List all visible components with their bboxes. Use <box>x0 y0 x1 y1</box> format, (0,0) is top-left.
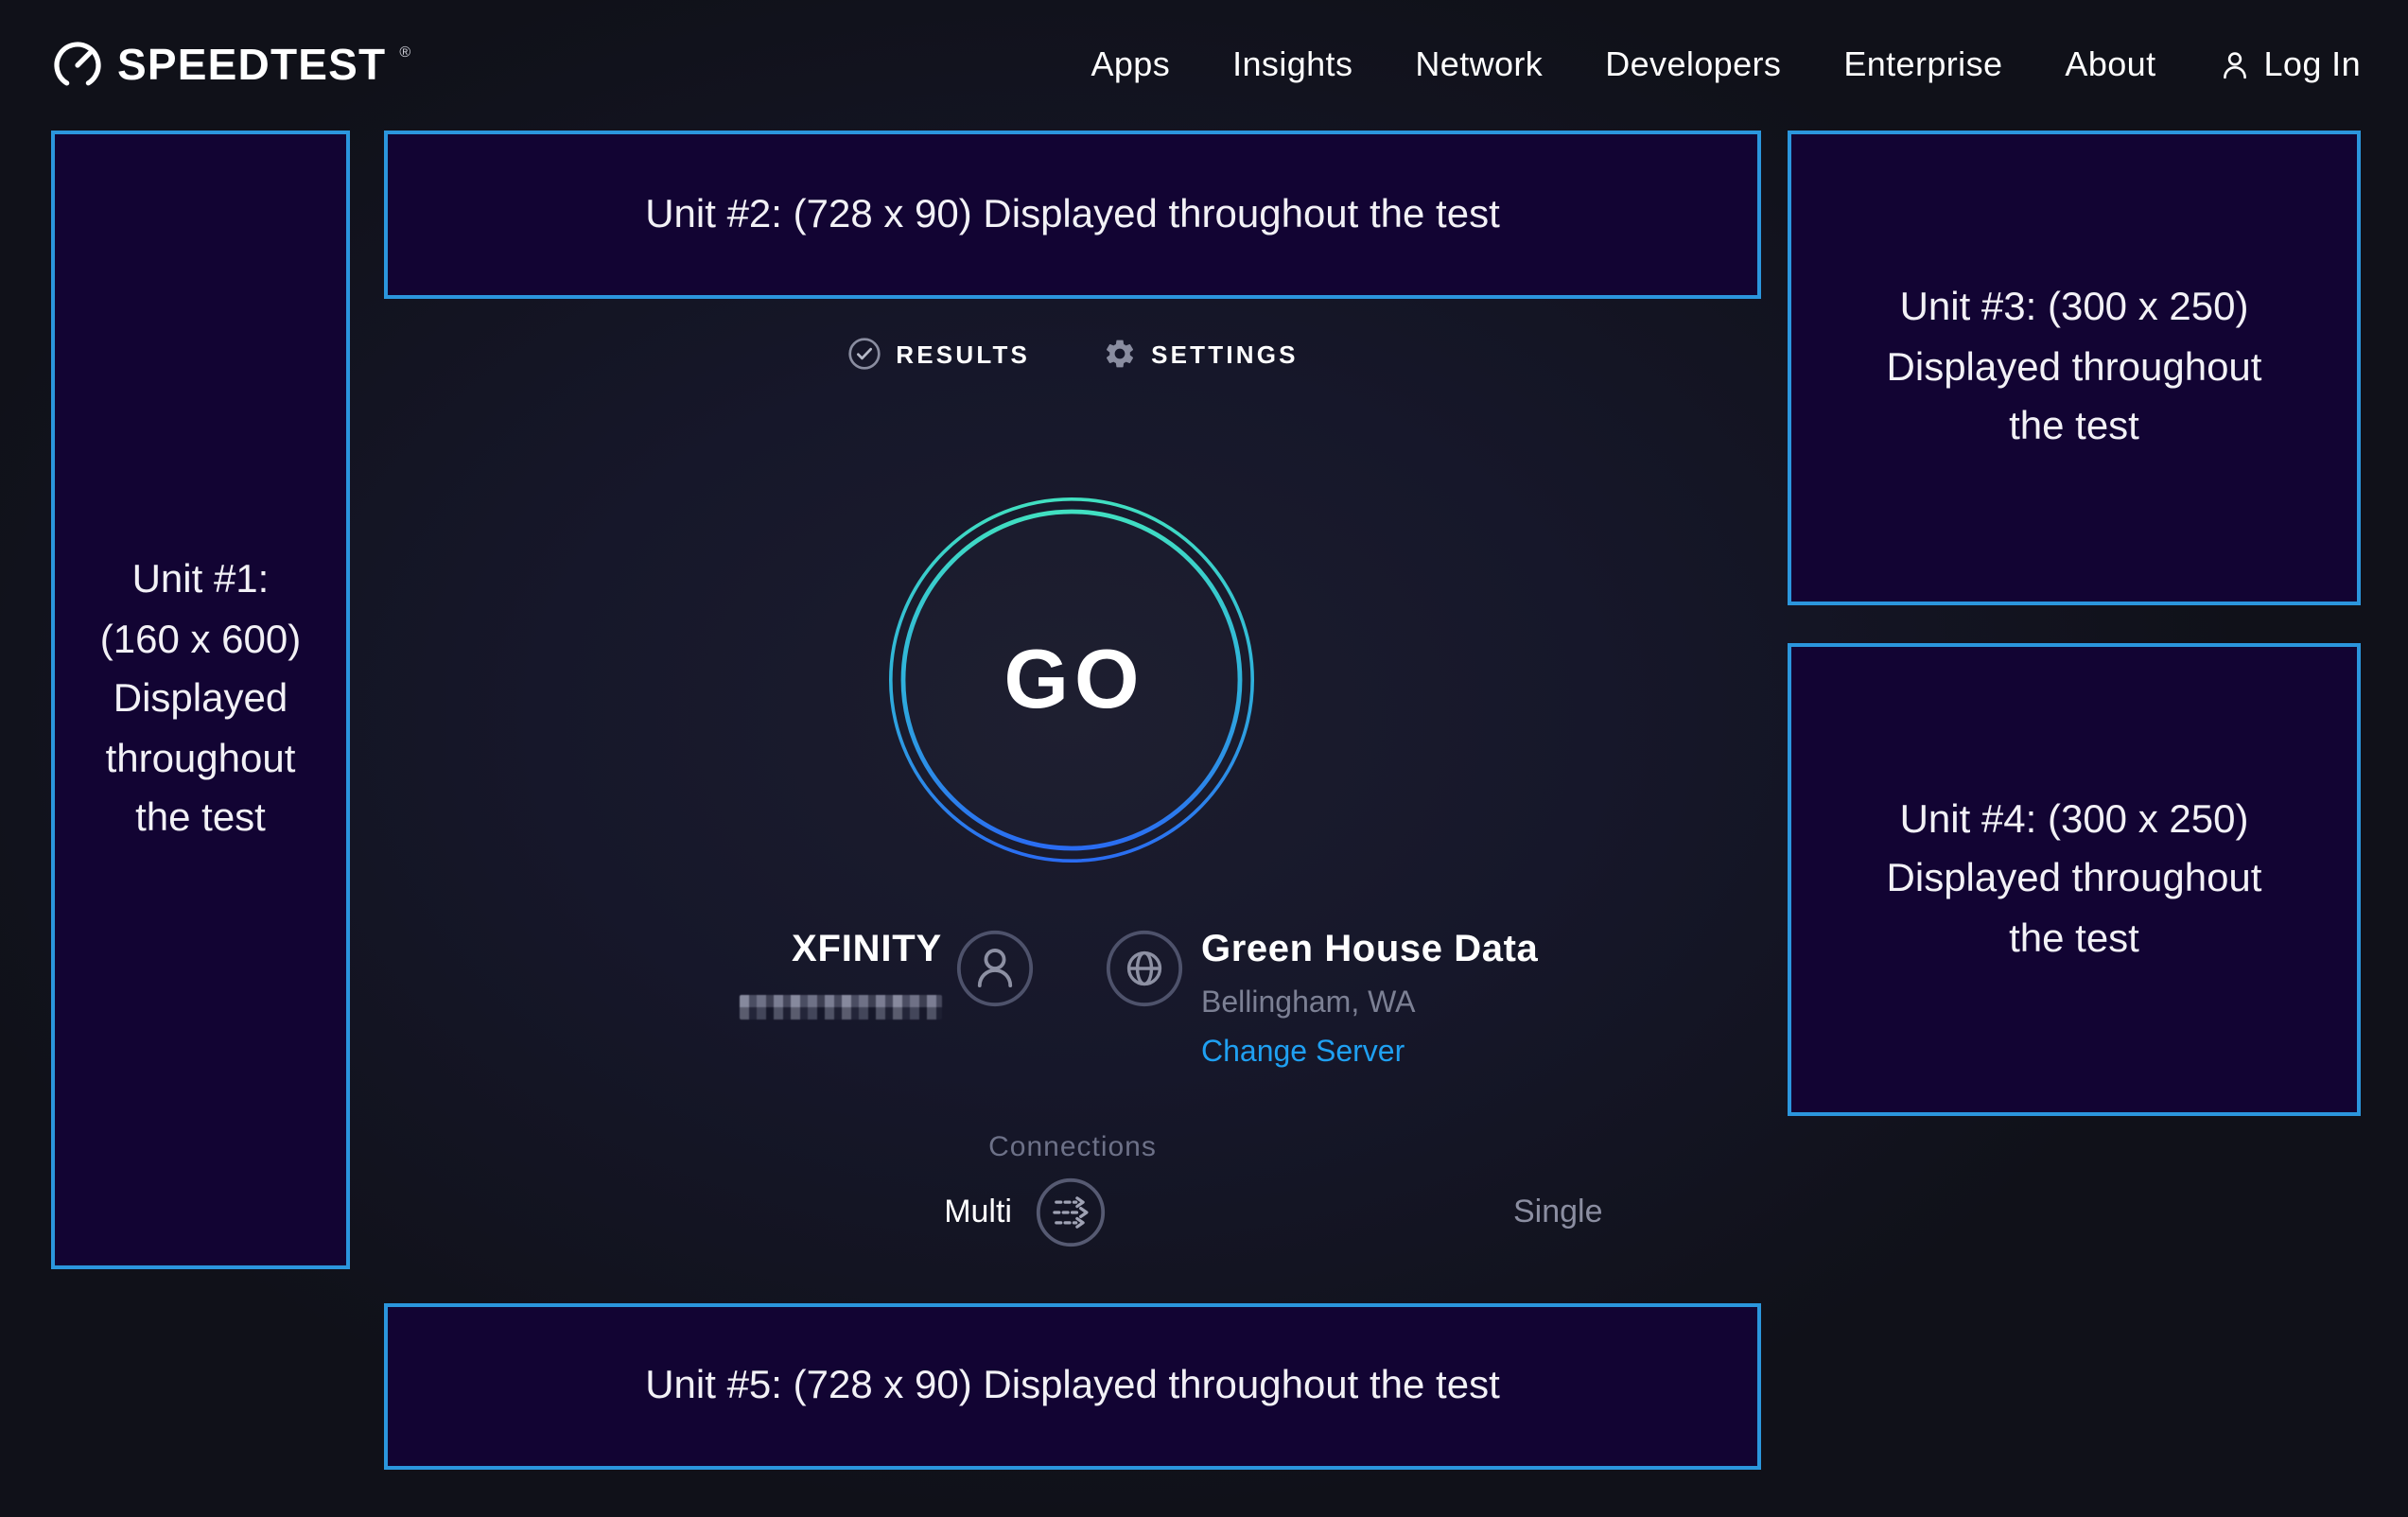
isp-user-icon <box>955 929 1035 1008</box>
nav-item-apps[interactable]: Apps <box>1091 44 1170 84</box>
ad-unit-4[interactable]: Unit #4: (300 x 250) Displayed throughou… <box>1788 643 2361 1116</box>
ad-unit-2[interactable]: Unit #2: (728 x 90) Displayed throughout… <box>384 131 1761 299</box>
ad-unit-4-text: Unit #4: (300 x 250) Displayed throughou… <box>1887 791 2262 969</box>
nav-item-developers[interactable]: Developers <box>1605 44 1781 84</box>
logo-text: SPEEDTEST <box>117 39 386 90</box>
change-server-link[interactable]: Change Server <box>1201 1037 1405 1071</box>
isp-name: XFINITY <box>384 929 942 972</box>
multi-arrows-icon <box>1035 1177 1107 1248</box>
login-link[interactable]: Log In <box>2219 44 2362 84</box>
ad-unit-5[interactable]: Unit #5: (728 x 90) Displayed throughout… <box>384 1303 1761 1470</box>
nav-item-network[interactable]: Network <box>1415 44 1543 84</box>
ad-unit-2-text: Unit #2: (728 x 90) Displayed throughout… <box>645 185 1500 245</box>
user-icon <box>2219 48 2251 80</box>
tab-results-label: RESULTS <box>896 340 1030 368</box>
nav-menu: Apps Insights Network Developers Enterpr… <box>1091 44 2361 84</box>
tab-results[interactable]: RESULTS <box>846 337 1030 371</box>
redacted-ip-text <box>740 995 942 1020</box>
connections-toggle-icon[interactable] <box>1035 1177 1107 1248</box>
server-name: Green House Data <box>1201 929 1538 972</box>
ad-unit-5-text: Unit #5: (728 x 90) Displayed throughout… <box>645 1357 1500 1417</box>
logo-trademark: ® <box>399 43 410 60</box>
tab-settings[interactable]: SETTINGS <box>1102 337 1299 371</box>
speedtest-page: SPEEDTEST ® Apps Insights Network Develo… <box>0 0 2408 1517</box>
check-circle-icon <box>846 337 881 371</box>
connections-multi-option[interactable]: Multi <box>384 1194 1012 1231</box>
connections-single-option[interactable]: Single <box>1513 1194 1603 1231</box>
ad-unit-1-text: Unit #1: (160 x 600) Displayed throughou… <box>100 551 301 849</box>
server-globe-icon <box>1105 929 1184 1008</box>
speedometer-logo-icon <box>51 38 104 91</box>
go-button[interactable]: GO <box>887 496 1256 864</box>
connection-info: XFINITY Green House Data Bellingham, WA … <box>384 889 1761 1116</box>
ad-unit-3[interactable]: Unit #3: (300 x 250) Displayed throughou… <box>1788 131 2361 605</box>
server-location: Bellingham, WA <box>1201 987 1415 1021</box>
login-label: Log In <box>2264 44 2362 84</box>
ad-unit-3-text: Unit #3: (300 x 250) Displayed throughou… <box>1887 279 2262 458</box>
test-tabs: RESULTS SETTINGS <box>384 337 1761 371</box>
ad-unit-1[interactable]: Unit #1: (160 x 600) Displayed throughou… <box>51 131 350 1269</box>
nav-item-insights[interactable]: Insights <box>1232 44 1352 84</box>
gear-icon <box>1102 337 1136 371</box>
nav-item-about[interactable]: About <box>2065 44 2155 84</box>
speedtest-logo[interactable]: SPEEDTEST ® <box>51 38 410 91</box>
tab-settings-label: SETTINGS <box>1151 340 1299 368</box>
connections-label: Connections <box>384 1131 1761 1163</box>
go-label: GO <box>999 633 1145 727</box>
top-nav-bar: SPEEDTEST ® Apps Insights Network Develo… <box>0 0 2408 129</box>
nav-item-enterprise[interactable]: Enterprise <box>1843 44 2002 84</box>
